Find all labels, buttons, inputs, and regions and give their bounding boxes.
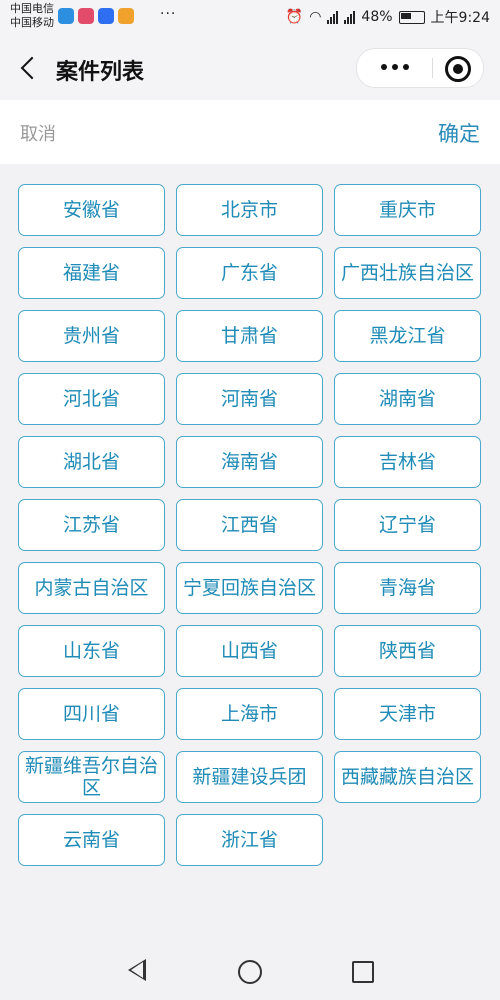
more-options-icon[interactable] (375, 57, 415, 77)
region-option[interactable]: 山西省 (176, 625, 323, 677)
system-nav-bar (0, 945, 500, 1000)
region-option[interactable]: 新疆建设兵团 (176, 751, 323, 803)
region-option[interactable]: 北京市 (176, 184, 323, 236)
battery-icon (398, 10, 425, 24)
region-option[interactable]: 云南省 (18, 814, 165, 866)
system-home-icon[interactable] (238, 960, 262, 984)
app-notification-icon (98, 8, 114, 24)
wifi-icon: ◠ (309, 9, 322, 25)
cancel-button[interactable]: 取消 (20, 120, 56, 146)
region-option[interactable]: 天津市 (334, 688, 481, 740)
region-option[interactable]: 内蒙古自治区 (18, 562, 165, 614)
carrier-info: 中国电信 中国移动 (10, 2, 54, 30)
region-option[interactable]: 四川省 (18, 688, 165, 740)
region-option[interactable]: 浙江省 (176, 814, 323, 866)
region-option[interactable]: 江西省 (176, 499, 323, 551)
system-recents-icon[interactable] (352, 961, 374, 983)
region-option[interactable]: 广东省 (176, 247, 323, 299)
region-option[interactable]: 上海市 (176, 688, 323, 740)
title-bar: 案件列表 (0, 34, 500, 100)
signal-icon (344, 10, 356, 24)
page-title: 案件列表 (56, 60, 145, 85)
region-option[interactable]: 辽宁省 (334, 499, 481, 551)
region-option[interactable]: 河北省 (18, 373, 165, 425)
app-notification-icon (118, 8, 134, 24)
picker-header: 取消 确定 (0, 100, 500, 164)
signal-icon (327, 10, 339, 24)
region-option[interactable]: 黑龙江省 (334, 310, 481, 362)
more-notifications-icon: ··· (160, 6, 177, 22)
region-grid: 安徽省 北京市 重庆市 福建省 广东省 广西壮族自治区 贵州省 甘肃省 黑龙江省… (18, 184, 483, 866)
miniprogram-capsule (356, 48, 484, 88)
region-option[interactable]: 江苏省 (18, 499, 165, 551)
region-option[interactable]: 山东省 (18, 625, 165, 677)
back-arrow-icon[interactable] (14, 52, 42, 82)
app-notification-icon (58, 8, 74, 24)
region-option[interactable]: 福建省 (18, 247, 165, 299)
close-miniprogram-icon[interactable] (445, 56, 471, 82)
region-option[interactable]: 青海省 (334, 562, 481, 614)
status-bar: 中国电信 中国移动 ··· ⏰ ◠ 48% 上午9:24 (0, 0, 500, 34)
region-option[interactable]: 广西壮族自治区 (334, 247, 481, 299)
clock: 上午9:24 (430, 10, 490, 26)
carrier-2: 中国移动 (10, 16, 54, 29)
alarm-icon: ⏰ (285, 9, 304, 25)
region-option[interactable]: 湖北省 (18, 436, 165, 488)
carrier-1: 中国电信 (10, 2, 54, 15)
region-option[interactable]: 湖南省 (334, 373, 481, 425)
region-option[interactable]: 海南省 (176, 436, 323, 488)
notification-icons (58, 8, 134, 24)
region-option[interactable]: 西藏藏族自治区 (334, 751, 481, 803)
region-option[interactable]: 河南省 (176, 373, 323, 425)
region-option[interactable]: 新疆维吾尔自治区 (18, 751, 165, 803)
battery-percent: 48% (361, 9, 393, 25)
region-option[interactable]: 重庆市 (334, 184, 481, 236)
region-option[interactable]: 宁夏回族自治区 (176, 562, 323, 614)
region-option[interactable]: 甘肃省 (176, 310, 323, 362)
capsule-divider (432, 58, 433, 78)
region-option[interactable]: 陕西省 (334, 625, 481, 677)
region-option[interactable]: 安徽省 (18, 184, 165, 236)
app-notification-icon (78, 8, 94, 24)
system-back-icon[interactable] (128, 959, 146, 981)
status-indicators: ⏰ ◠ 48% 上午9:24 (286, 7, 490, 27)
region-option[interactable]: 吉林省 (334, 436, 481, 488)
confirm-button[interactable]: 确定 (438, 118, 480, 148)
region-option[interactable]: 贵州省 (18, 310, 165, 362)
